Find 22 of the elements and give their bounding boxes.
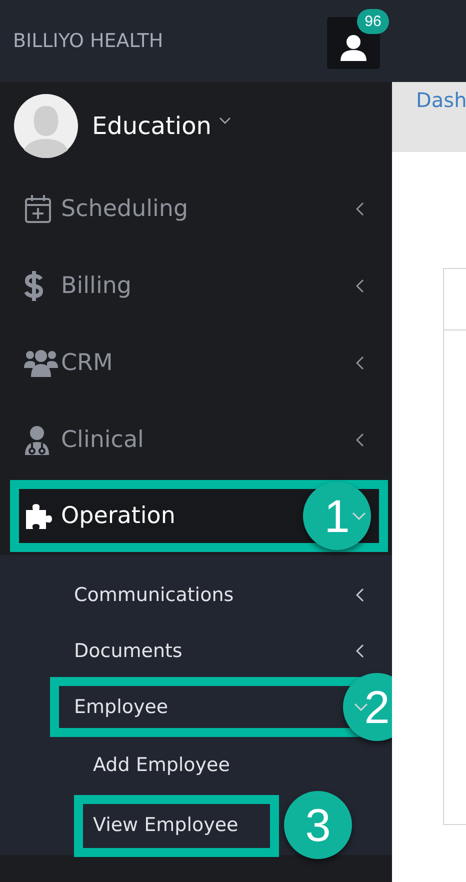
- menu-item[interactable]: Operation 1: [10, 480, 388, 552]
- profile-name[interactable]: Education: [92, 112, 212, 140]
- callout-number: 3: [284, 791, 352, 859]
- menu-label: Operation: [61, 503, 176, 529]
- menu-label: CRM: [61, 350, 113, 376]
- menu-item[interactable]: Scheduling: [0, 170, 392, 247]
- callout-number: 2: [343, 673, 392, 741]
- menu-item[interactable]: Clinical: [0, 401, 392, 478]
- submenu-link[interactable]: View Employee: [93, 814, 238, 836]
- submenu-label: Documents: [74, 640, 182, 662]
- menu-label: Billing: [61, 272, 132, 298]
- brand-name: BILLIYO HEALTH: [13, 30, 164, 52]
- menu-label: Scheduling: [61, 196, 188, 222]
- menu-item[interactable]: CRM: [0, 324, 392, 401]
- submenu-label: Communications: [74, 584, 234, 606]
- menu-label: Clinical: [61, 426, 144, 452]
- menu-item[interactable]: Billing: [0, 247, 392, 324]
- submenu-link[interactable]: Add Employee: [93, 754, 230, 776]
- submenu-label: Employee: [74, 696, 168, 718]
- notification-count: 96: [357, 9, 389, 34]
- submenu-item[interactable]: Communications: [0, 567, 392, 623]
- callout-number: 1: [303, 482, 371, 550]
